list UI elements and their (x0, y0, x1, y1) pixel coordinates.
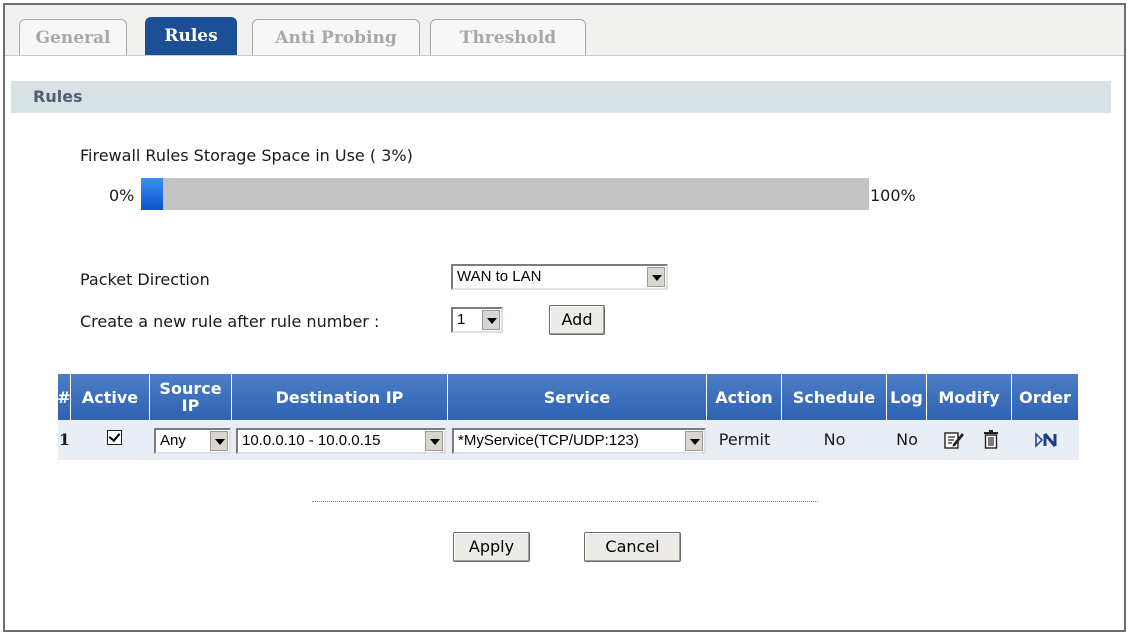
packet-direction-label: Packet Direction (80, 270, 210, 289)
packet-direction-select[interactable]: WAN to LAN (451, 264, 668, 290)
header-action: Action (707, 374, 782, 420)
cancel-button[interactable]: Cancel (584, 532, 681, 562)
progress-min-label: 0% (109, 186, 135, 205)
apply-button[interactable]: Apply (453, 532, 530, 562)
tab-rules[interactable]: Rules (145, 17, 237, 55)
chevron-down-icon[interactable] (647, 267, 665, 287)
tab-bar: General Rules Anti Probing Threshold (5, 5, 1124, 64)
row-number: 1 (58, 430, 71, 449)
edit-icon[interactable] (943, 429, 965, 451)
rule-number-select[interactable]: 1 (451, 307, 503, 333)
schedule-value: No (823, 430, 846, 449)
service-value: *MyService(TCP/UDP:123) (458, 432, 639, 449)
header-modify: Modify (927, 374, 1012, 420)
packet-direction-value: WAN to LAN (457, 268, 542, 285)
storage-progress-fill (141, 178, 163, 210)
header-service: Service (448, 374, 707, 420)
service-select[interactable]: *MyService(TCP/UDP:123) (452, 428, 706, 454)
chevron-down-icon[interactable] (210, 431, 228, 451)
storage-label: Firewall Rules Storage Space in Use ( 3%… (80, 146, 413, 165)
destination-ip-value: 10.0.0.10 - 10.0.0.15 (242, 432, 381, 449)
chevron-down-icon[interactable] (425, 431, 443, 451)
divider-line (312, 501, 818, 502)
chevron-down-icon[interactable] (482, 310, 500, 330)
tab-anti-probing[interactable]: Anti Probing (252, 19, 420, 55)
storage-progress-bar (141, 178, 869, 210)
trash-icon[interactable] (981, 429, 1001, 451)
active-checkbox[interactable] (107, 430, 122, 445)
move-order-icon[interactable] (1035, 432, 1059, 448)
header-source-ip: Source IP (150, 374, 232, 420)
header-order: Order (1012, 374, 1079, 420)
header-schedule: Schedule (782, 374, 887, 420)
rule-number-value: 1 (457, 311, 466, 328)
tab-general[interactable]: General (19, 19, 127, 55)
storage-percent-text: ( 3%) (369, 146, 413, 165)
progress-max-label: 100% (870, 186, 916, 205)
source-ip-value: Any (160, 432, 186, 449)
section-title: Rules (11, 81, 1111, 113)
action-value: Permit (718, 430, 771, 449)
header-destination-ip: Destination IP (232, 374, 448, 420)
tab-threshold[interactable]: Threshold (430, 19, 586, 55)
log-value: No (896, 430, 918, 449)
create-rule-label: Create a new rule after rule number : (80, 312, 380, 331)
header-log: Log (887, 374, 927, 420)
source-ip-select[interactable]: Any (154, 428, 231, 454)
tab-divider (5, 55, 1124, 64)
add-rule-button[interactable]: Add (549, 305, 605, 335)
chevron-down-icon[interactable] (685, 431, 703, 451)
header-active: Active (71, 374, 150, 420)
header-number: # (57, 374, 71, 420)
destination-ip-select[interactable]: 10.0.0.10 - 10.0.0.15 (236, 428, 446, 454)
